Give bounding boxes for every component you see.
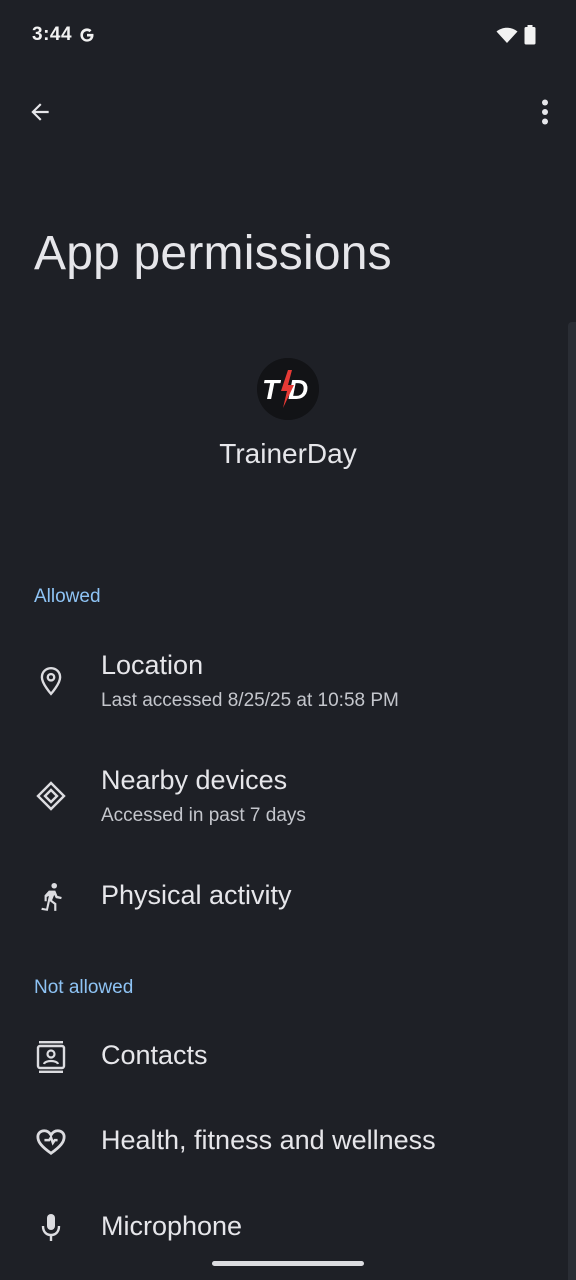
- more-vert-icon: [542, 99, 548, 125]
- permission-item-contacts[interactable]: Contacts: [0, 1030, 568, 1090]
- app-name: TrainerDay: [219, 438, 357, 469]
- running-person-icon: [36, 882, 66, 912]
- permission-label: Contacts: [101, 1040, 208, 1070]
- microphone-icon: [36, 1213, 66, 1243]
- permission-label: Health, fitness and wellness: [101, 1125, 436, 1155]
- permission-item-nearby-devices[interactable]: Nearby devices Accessed in past 7 days: [0, 755, 568, 845]
- nearby-devices-icon: [36, 781, 66, 811]
- battery-icon: [524, 25, 536, 50]
- permission-subtitle: Accessed in past 7 days: [101, 805, 306, 826]
- permission-item-microphone[interactable]: Microphone: [0, 1201, 568, 1261]
- status-time: 3:44: [32, 24, 73, 45]
- svg-text:T: T: [262, 374, 282, 405]
- arrow-back-icon: [31, 103, 49, 121]
- page-title: App permissions: [34, 227, 392, 280]
- health-heart-icon: [36, 1127, 66, 1157]
- permission-label: Physical activity: [101, 880, 292, 910]
- status-bar: 3:44: [0, 0, 576, 72]
- google-g-icon: [78, 26, 96, 49]
- permission-subtitle: Last accessed 8/25/25 at 10:58 PM: [101, 690, 399, 711]
- home-gesture-bar[interactable]: [212, 1261, 364, 1266]
- permission-item-location[interactable]: Location Last accessed 8/25/25 at 10:58 …: [0, 640, 568, 730]
- contacts-icon: [36, 1041, 66, 1073]
- app-icon: T D: [257, 358, 319, 420]
- section-header-allowed: Allowed: [34, 586, 101, 607]
- permission-item-physical-activity[interactable]: Physical activity: [0, 870, 568, 930]
- permission-label: Location: [101, 650, 204, 680]
- section-header-not-allowed: Not allowed: [34, 977, 134, 998]
- permission-item-health-fitness[interactable]: Health, fitness and wellness: [0, 1115, 568, 1175]
- location-pin-icon: [36, 666, 66, 696]
- permission-label: Nearby devices: [101, 765, 288, 795]
- permission-label: Microphone: [101, 1211, 243, 1241]
- back-button[interactable]: [20, 92, 60, 132]
- more-options-button[interactable]: [525, 92, 565, 132]
- wifi-icon: [496, 26, 518, 49]
